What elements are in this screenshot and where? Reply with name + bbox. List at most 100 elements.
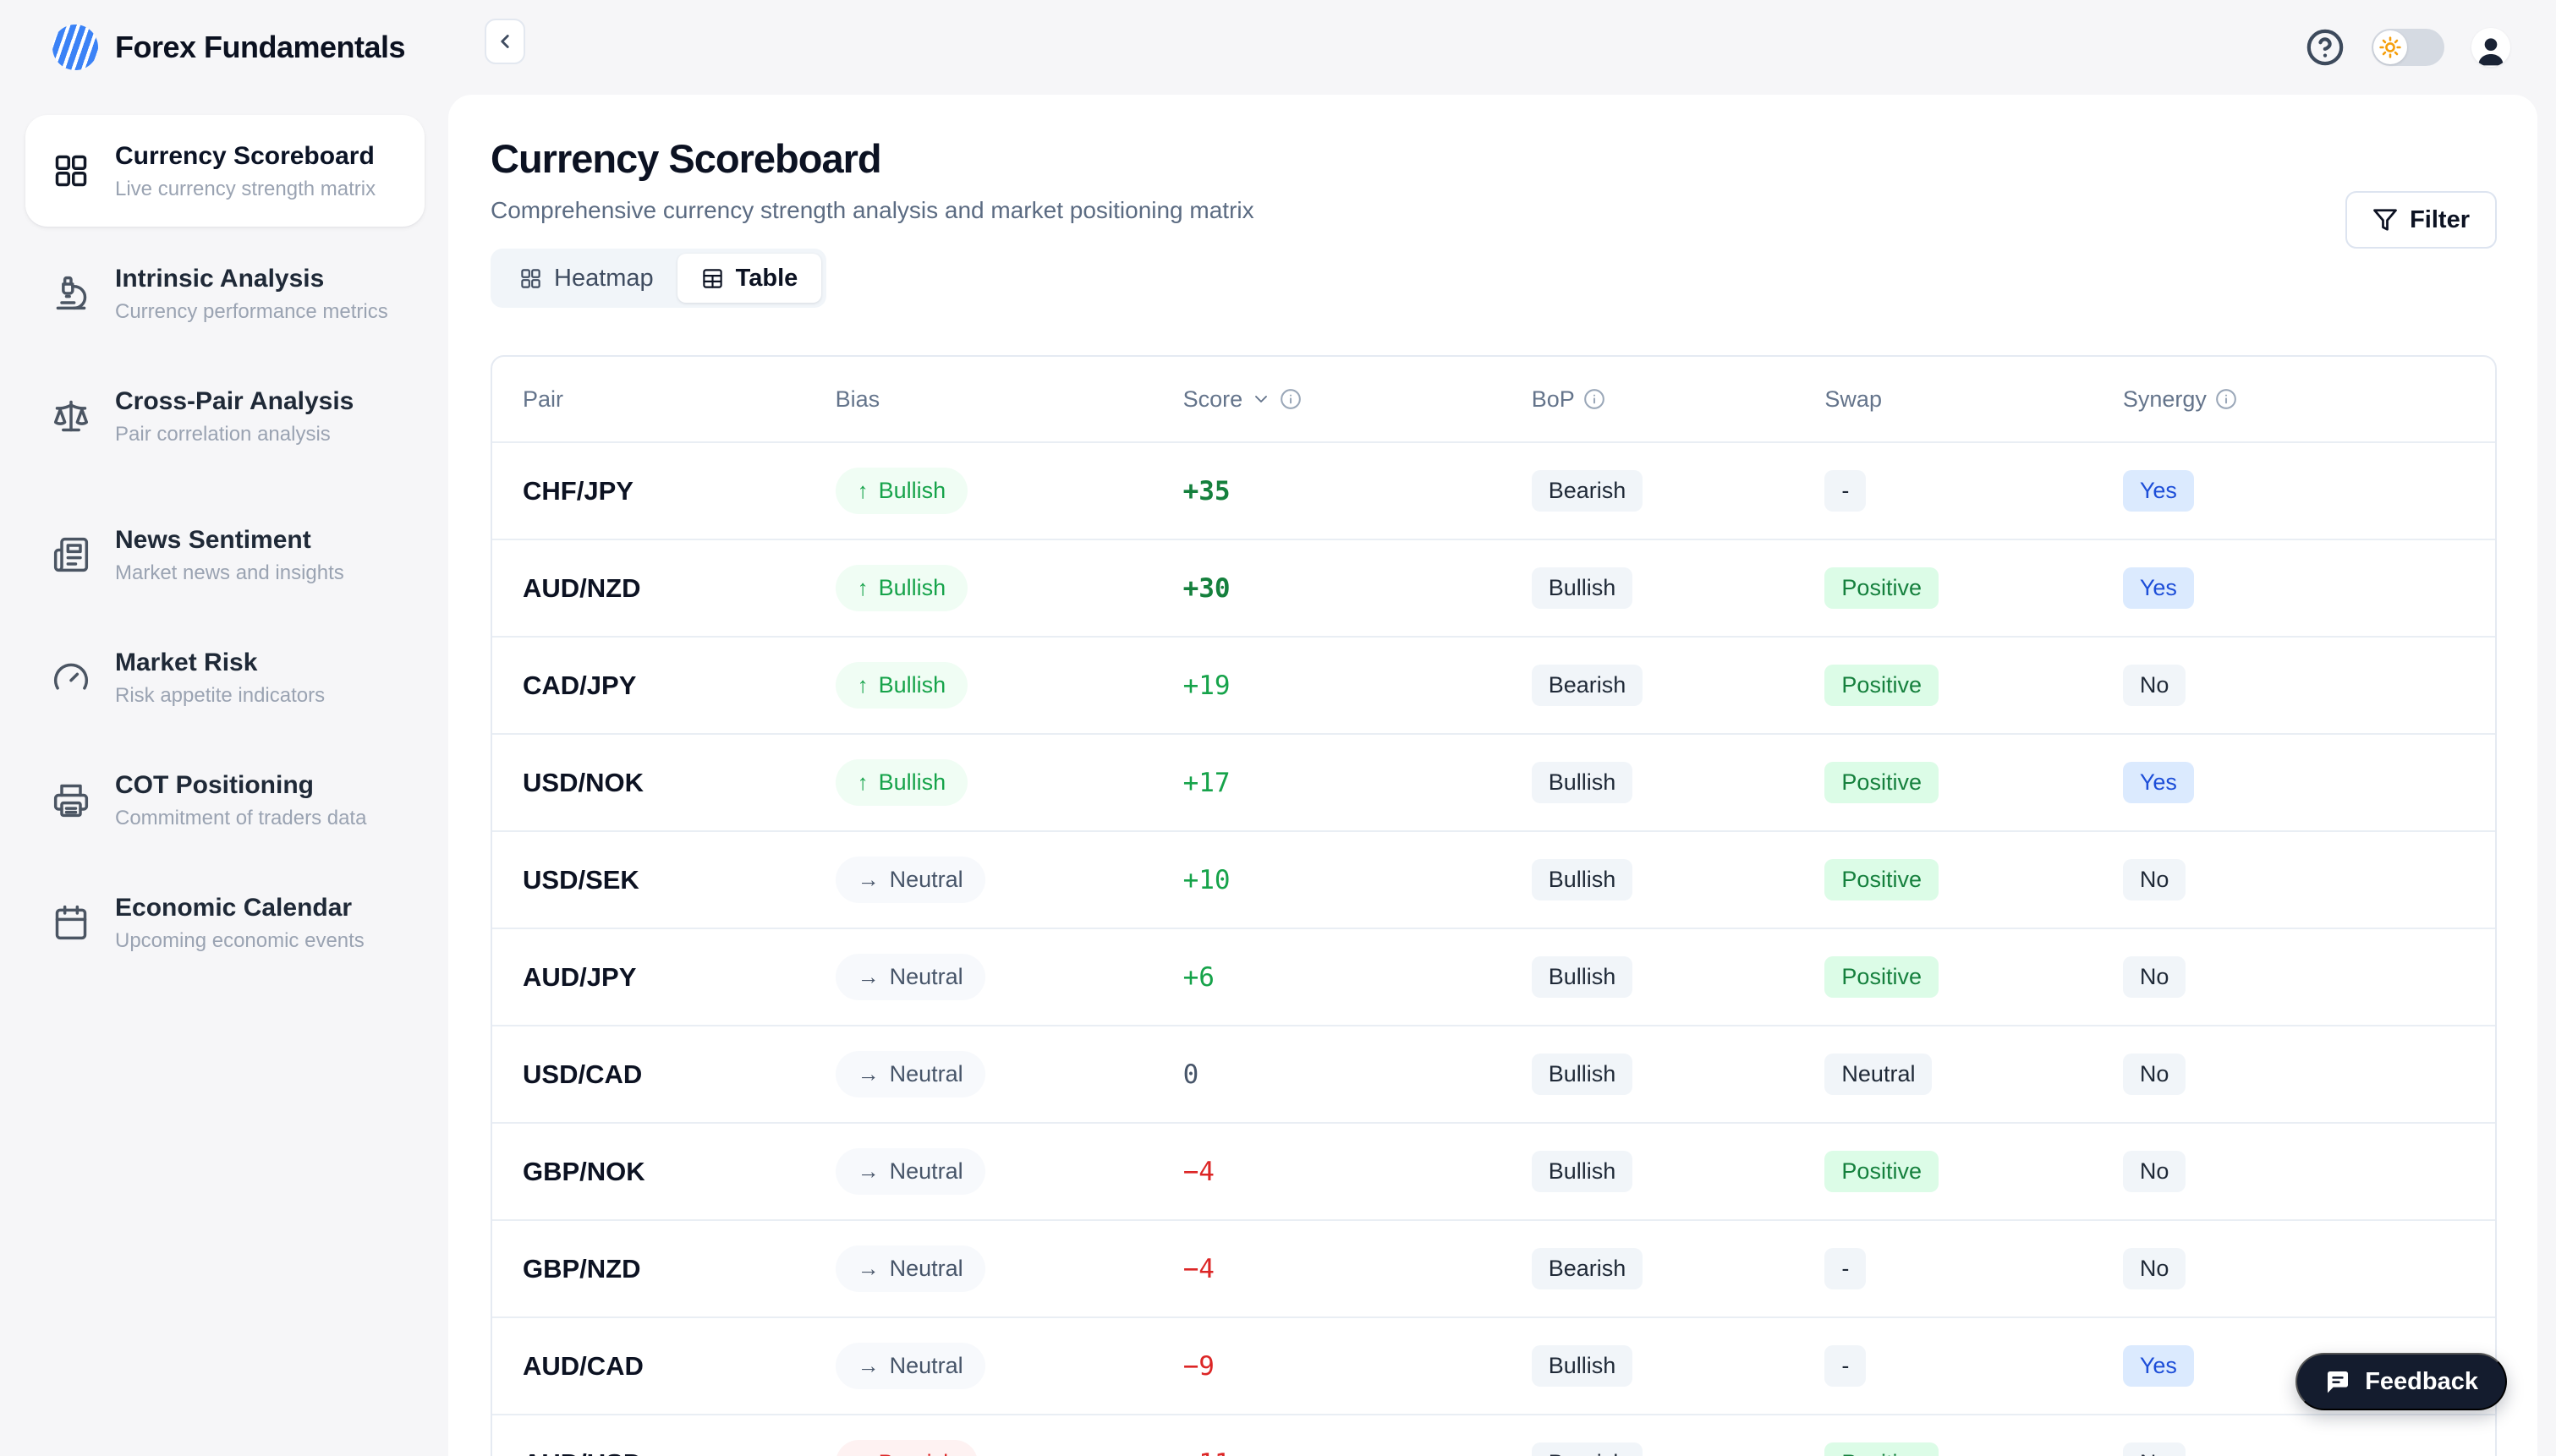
bias-arrow-icon: ↑ bbox=[857, 575, 869, 600]
table-row[interactable]: CHF/JPY ↑ Bullish +35 Bearish - Yes bbox=[492, 441, 2495, 539]
pair-cell: USD/CAD bbox=[523, 1059, 643, 1089]
sidebar: Currency Scoreboard Live currency streng… bbox=[0, 95, 448, 1456]
app-logo-icon bbox=[50, 22, 101, 73]
table-row[interactable]: AUD/CAD → Neutral −9 Bullish - Yes bbox=[492, 1316, 2495, 1414]
page-subtitle: Comprehensive currency strength analysis… bbox=[491, 197, 1254, 223]
scale-icon bbox=[52, 397, 90, 435]
sidebar-item-subtitle: Market news and insights bbox=[115, 561, 344, 584]
column-header-bias: Bias bbox=[835, 386, 880, 412]
score-value: +6 bbox=[1182, 961, 1215, 993]
table-icon bbox=[701, 267, 724, 290]
table-row[interactable]: USD/SEK → Neutral +10 Bullish Positive No bbox=[492, 830, 2495, 928]
sidebar-item-market-risk[interactable]: Market Risk Risk appetite indicators bbox=[25, 621, 425, 733]
score-value: +35 bbox=[1182, 475, 1231, 506]
table-row[interactable]: AUD/JPY → Neutral +6 Bullish Positive No bbox=[492, 928, 2495, 1025]
sidebar-item-title: Economic Calendar bbox=[115, 894, 353, 922]
synergy-badge: No bbox=[2122, 1054, 2186, 1095]
pair-cell: AUD/JPY bbox=[523, 961, 637, 992]
bop-badge: Bullish bbox=[1531, 762, 1633, 803]
info-icon bbox=[2215, 388, 2237, 410]
sidebar-item-cot-positioning[interactable]: COT Positioning Commitment of traders da… bbox=[25, 744, 425, 856]
synergy-badge: No bbox=[2122, 1442, 2186, 1456]
sidebar-item-intrinsic-analysis[interactable]: Intrinsic Analysis Currency performance … bbox=[25, 238, 425, 349]
bop-badge: Bullish bbox=[1531, 1054, 1633, 1095]
bias-badge: ↑ Bullish bbox=[835, 565, 968, 611]
synergy-badge: No bbox=[2122, 1248, 2186, 1289]
table-row[interactable]: USD/NOK ↑ Bullish +17 Bullish Positive Ye… bbox=[492, 733, 2495, 830]
view-tab-heatmap[interactable]: Heatmap bbox=[496, 254, 677, 303]
chevron-down-icon bbox=[1251, 389, 1271, 409]
bias-arrow-icon: → bbox=[857, 1353, 880, 1378]
view-toggle: Heatmap Table bbox=[491, 249, 827, 308]
bias-arrow-icon: → bbox=[857, 1158, 880, 1184]
synergy-badge: Yes bbox=[2122, 567, 2194, 609]
bias-arrow-icon: → bbox=[857, 1061, 880, 1087]
swap-badge: Positive bbox=[1824, 1442, 1939, 1456]
column-header-swap: Swap bbox=[1824, 386, 1882, 412]
pair-cell: AUD/NZD bbox=[523, 572, 641, 603]
swap-badge: Positive bbox=[1824, 859, 1939, 900]
sun-icon bbox=[2373, 30, 2407, 64]
bias-arrow-icon: → bbox=[857, 964, 880, 989]
app-title: Forex Fundamentals bbox=[115, 30, 406, 64]
bop-badge: Bullish bbox=[1531, 859, 1633, 900]
microscope-icon bbox=[52, 275, 90, 312]
bop-badge: Bearish bbox=[1531, 470, 1643, 512]
column-header-synergy: Synergy bbox=[2123, 386, 2465, 413]
score-value: −4 bbox=[1182, 1253, 1215, 1284]
sidebar-item-subtitle: Risk appetite indicators bbox=[115, 683, 326, 707]
column-header-pair: Pair bbox=[523, 386, 564, 412]
score-value: −9 bbox=[1182, 1350, 1215, 1382]
synergy-badge: Yes bbox=[2122, 1345, 2194, 1387]
table-row[interactable]: USD/CAD → Neutral 0 Bullish Neutral No bbox=[492, 1025, 2495, 1122]
swap-badge: Positive bbox=[1824, 956, 1939, 998]
grid-icon bbox=[519, 267, 542, 290]
bop-badge: Bearish bbox=[1531, 1442, 1643, 1456]
main-content: Currency Scoreboard Comprehensive curren… bbox=[448, 95, 2537, 1456]
table-row[interactable]: CAD/JPY ↑ Bullish +19 Bearish Positive No bbox=[492, 636, 2495, 733]
bias-arrow-icon: ↑ bbox=[857, 769, 869, 795]
view-tab-table[interactable]: Table bbox=[677, 254, 822, 303]
sidebar-collapse-button[interactable] bbox=[485, 19, 525, 64]
swap-badge: - bbox=[1824, 1248, 1867, 1289]
pair-cell: CAD/JPY bbox=[523, 670, 637, 700]
pair-cell: AUD/USD bbox=[523, 1448, 836, 1456]
filter-button[interactable]: Filter bbox=[2345, 191, 2497, 249]
column-header-score[interactable]: Score bbox=[1183, 386, 1532, 413]
bop-badge: Bullish bbox=[1531, 1151, 1633, 1192]
pair-cell: USD/SEK bbox=[523, 864, 639, 895]
bias-arrow-icon: ↑ bbox=[857, 672, 869, 698]
sidebar-item-subtitle: Currency performance metrics bbox=[115, 299, 388, 323]
table-header-row: Pair Bias Score BoP Swap Synergy bbox=[492, 357, 2495, 441]
bias-badge: ↓Bearish bbox=[835, 1440, 979, 1456]
sidebar-item-cross-pair-analysis[interactable]: Cross-Pair Analysis Pair correlation ana… bbox=[25, 360, 425, 472]
swap-badge: Positive bbox=[1824, 567, 1939, 609]
score-value: −4 bbox=[1182, 1156, 1215, 1187]
bias-badge: ↑ Bullish bbox=[835, 662, 968, 709]
user-avatar[interactable] bbox=[2471, 28, 2510, 67]
swap-badge: - bbox=[1824, 1345, 1867, 1387]
swap-badge: Neutral bbox=[1824, 1054, 1933, 1095]
table-row[interactable]: GBP/NZD → Neutral −4 Bearish - No bbox=[492, 1219, 2495, 1316]
sidebar-item-economic-calendar[interactable]: Economic Calendar Upcoming economic even… bbox=[25, 867, 425, 978]
table-row[interactable]: AUD/USD ↓Bearish −11 Bearish Positive No bbox=[492, 1414, 2495, 1456]
bias-badge: → Neutral bbox=[835, 857, 985, 903]
sidebar-item-news-sentiment[interactable]: News Sentiment Market news and insights bbox=[25, 499, 425, 610]
synergy-badge: No bbox=[2122, 859, 2186, 900]
help-button[interactable] bbox=[2306, 28, 2345, 67]
printer-icon bbox=[52, 781, 90, 818]
sidebar-item-currency-scoreboard[interactable]: Currency Scoreboard Live currency streng… bbox=[25, 115, 425, 227]
info-icon bbox=[1280, 388, 1302, 410]
currency-scoreboard-table: Pair Bias Score BoP Swap Synergy CHF/JPY ↑ Bul… bbox=[491, 355, 2497, 1456]
score-value: +10 bbox=[1182, 864, 1231, 895]
table-row[interactable]: AUD/NZD ↑ Bullish +30 Bullish Positive Ye… bbox=[492, 539, 2495, 636]
bias-badge: → Neutral bbox=[835, 1148, 985, 1195]
feedback-button[interactable]: Feedback bbox=[2295, 1353, 2507, 1410]
synergy-badge: Yes bbox=[2122, 762, 2194, 803]
theme-toggle[interactable] bbox=[2372, 29, 2444, 66]
sidebar-item-title: Cross-Pair Analysis bbox=[115, 387, 354, 416]
table-row[interactable]: GBP/NOK → Neutral −4 Bullish Positive No bbox=[492, 1122, 2495, 1219]
topbar: Forex Fundamentals bbox=[0, 0, 2556, 95]
info-icon bbox=[1583, 388, 1605, 410]
bop-badge: Bearish bbox=[1531, 665, 1643, 706]
